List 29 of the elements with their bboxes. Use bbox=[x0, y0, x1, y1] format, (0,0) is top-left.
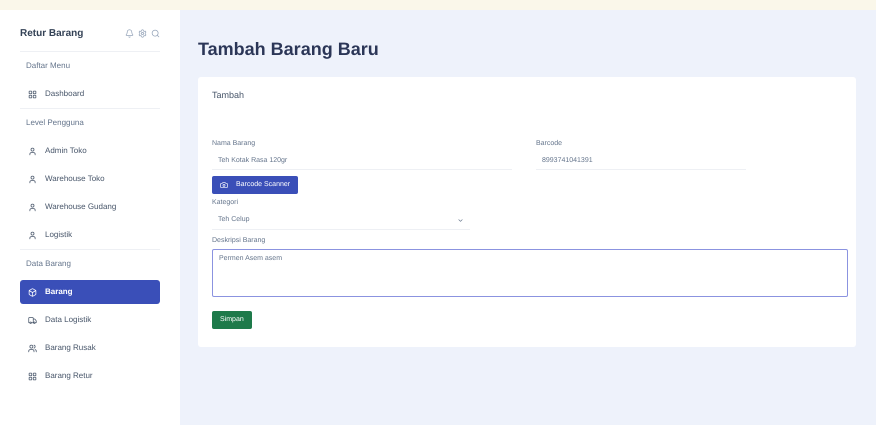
truck-icon bbox=[28, 316, 37, 324]
user-icon bbox=[28, 202, 37, 212]
user-icon bbox=[28, 230, 37, 240]
settings-icon[interactable] bbox=[138, 29, 147, 38]
section-heading: Level Pengguna bbox=[20, 108, 160, 137]
sidebar-item[interactable]: Dashboard bbox=[20, 82, 160, 106]
sidebar-item[interactable]: Admin Toko bbox=[20, 139, 160, 163]
grid-icon bbox=[28, 372, 37, 380]
sidebar-item[interactable]: Barang Rusak bbox=[20, 336, 160, 360]
brand-title: Retur Barang bbox=[20, 27, 84, 41]
search-icon[interactable] bbox=[151, 29, 160, 38]
sidebar-item[interactable]: Data Logistik bbox=[20, 308, 160, 332]
sidebar-item[interactable]: Barang bbox=[20, 280, 160, 304]
people-icon bbox=[28, 344, 37, 352]
grid-icon bbox=[28, 90, 37, 98]
section-heading: Data Barang bbox=[20, 249, 160, 278]
camera-icon bbox=[220, 181, 228, 189]
sidebar-item[interactable]: Warehouse Toko bbox=[20, 167, 160, 191]
page-title: Tambah Barang Baru bbox=[198, 38, 379, 61]
sidebar-item[interactable]: Logistik bbox=[20, 223, 160, 247]
card-title: Tambah bbox=[212, 89, 244, 102]
sidebar-item[interactable]: Warehouse Gudang bbox=[20, 195, 160, 219]
user-icon bbox=[28, 174, 37, 184]
chevron-down-icon bbox=[457, 216, 464, 224]
box-icon bbox=[28, 288, 37, 296]
bell-icon[interactable] bbox=[125, 29, 134, 38]
section-heading: Daftar Menu bbox=[20, 51, 160, 80]
user-icon bbox=[28, 146, 37, 156]
sidebar-item[interactable]: Barang Retur bbox=[20, 364, 160, 388]
